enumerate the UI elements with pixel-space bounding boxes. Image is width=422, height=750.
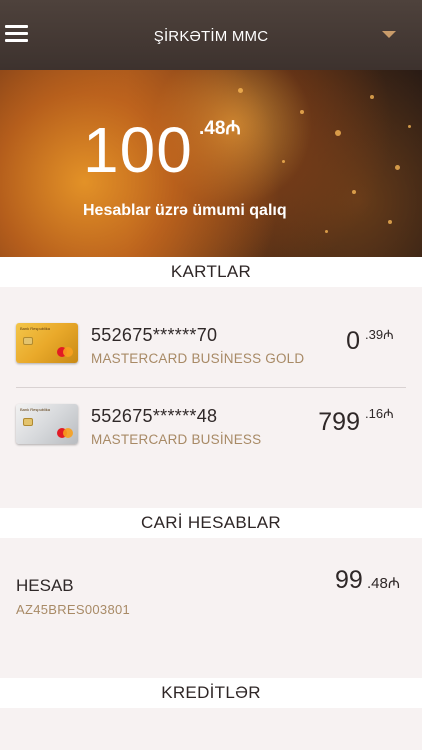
section-accounts-header: CARİ HESABLAR — [0, 508, 422, 538]
card-chip-icon — [23, 418, 33, 426]
card-balance-fraction: .39₼ — [365, 327, 394, 342]
mastercard-business-card-image: Bank Respublika — [16, 404, 78, 444]
card-item[interactable]: Bank Respublika 552675******48 MASTERCAR… — [0, 384, 422, 464]
total-balance-integer: 100 — [83, 114, 193, 186]
app-header: ŞİRKƏTİM MMC — [0, 0, 422, 70]
bank-logo: Bank Respublika — [20, 407, 51, 412]
company-title[interactable]: ŞİRKƏTİM MMC — [0, 28, 422, 45]
total-balance-fraction: .48₼ — [199, 118, 241, 139]
account-balance-integer: 99 — [335, 566, 363, 594]
card-item[interactable]: Bank Respublika 552675******70 MASTERCAR… — [0, 303, 422, 383]
account-balance-fraction: .48₼ — [367, 575, 401, 592]
card-number: 552675******70 — [91, 325, 218, 345]
total-balance-label: Hesablar üzrə ümumi qalıq — [83, 202, 287, 219]
mastercard-logo-icon — [57, 347, 73, 357]
card-number: 552675******48 — [91, 406, 218, 426]
card-type: MASTERCARD BUSİNESS — [91, 432, 262, 447]
account-name: HESAB — [16, 576, 74, 595]
section-credits-header: KREDİTLƏR — [0, 678, 422, 708]
card-balance-fraction: .16₼ — [365, 406, 394, 421]
card-balance-integer: 799 — [318, 408, 360, 436]
caret-down-icon[interactable] — [382, 31, 396, 38]
account-iban: AZ45BRES003801 — [16, 602, 131, 617]
bank-logo: Bank Respublika — [20, 326, 51, 331]
card-chip-icon — [23, 337, 33, 345]
mastercard-logo-icon — [57, 428, 73, 438]
card-balance-integer: 0 — [346, 327, 360, 355]
balance-banner: 100 .48₼ Hesablar üzrə ümumi qalıq — [0, 70, 422, 257]
section-cards-header: KARTLAR — [0, 257, 422, 287]
card-type: MASTERCARD BUSİNESS GOLD — [91, 351, 305, 366]
mastercard-gold-card-image: Bank Respublika — [16, 323, 78, 363]
